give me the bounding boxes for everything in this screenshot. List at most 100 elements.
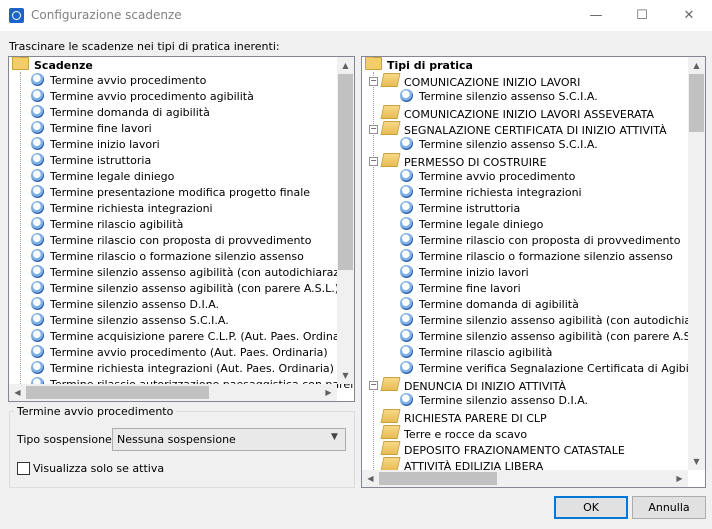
scadenza-assegnata-item[interactable]: Termine fine lavori bbox=[400, 281, 521, 297]
scadenze-root-label: Scadenze bbox=[34, 59, 93, 72]
tipo-pratica-item[interactable]: DEPOSITO FRAZIONAMENTO CATASTALE bbox=[380, 441, 625, 457]
scadenza-item[interactable]: Termine silenzio assenso agibilità (con … bbox=[31, 281, 339, 297]
scroll-down-icon[interactable]: ▼ bbox=[688, 453, 705, 470]
scroll-down-icon[interactable]: ▼ bbox=[337, 367, 354, 384]
clock-icon bbox=[31, 169, 44, 182]
scadenza-assegnata-item[interactable]: Termine richiesta integrazioni bbox=[400, 185, 582, 201]
folder-open-icon bbox=[380, 377, 401, 391]
clock-icon bbox=[400, 329, 413, 342]
scadenza-item-label: Termine avvio procedimento agibilità bbox=[50, 90, 254, 103]
tree-item-label: COMUNICAZIONE INIZIO LAVORI ASSEVERATA bbox=[404, 108, 655, 121]
scadenza-item[interactable]: Termine silenzio assenso agibilità (con … bbox=[31, 265, 355, 281]
tree-item-label: Termine avvio procedimento bbox=[419, 170, 576, 183]
ok-button[interactable]: OK bbox=[554, 496, 628, 519]
left-horizontal-scroll-thumb[interactable] bbox=[26, 386, 209, 399]
scadenza-item[interactable]: Termine silenzio assenso D.I.A. bbox=[31, 297, 219, 313]
right-vertical-scrollbar[interactable]: ▲ ▼ bbox=[688, 57, 705, 470]
scadenza-item[interactable]: Termine fine lavori bbox=[31, 121, 152, 137]
right-horizontal-scroll-thumb[interactable] bbox=[379, 472, 497, 485]
tipo-pratica-item[interactable]: COMUNICAZIONE INIZIO LAVORI ASSEVERATA bbox=[380, 105, 655, 121]
tree-item-label: COMUNICAZIONE INIZIO LAVORI bbox=[404, 76, 581, 89]
tipo-pratica-item[interactable]: Terre e rocce da scavo bbox=[380, 425, 527, 441]
scadenza-item[interactable]: Termine rilascio o formazione silenzio a… bbox=[31, 249, 304, 265]
scadenza-item-label: Termine avvio procedimento (Aut. Paes. O… bbox=[50, 346, 328, 359]
scroll-right-icon[interactable]: ▶ bbox=[320, 384, 337, 401]
left-horizontal-scrollbar[interactable]: ◀ ▶ bbox=[9, 384, 337, 401]
scroll-up-icon[interactable]: ▲ bbox=[337, 57, 354, 74]
scadenza-item[interactable]: Termine istruttoria bbox=[31, 153, 151, 169]
scadenza-item[interactable]: Termine domanda di agibilità bbox=[31, 105, 210, 121]
right-horizontal-scrollbar[interactable]: ◀ ▶ bbox=[362, 470, 688, 487]
suspension-select[interactable]: Nessuna sospensione ▼ bbox=[112, 428, 346, 451]
clock-icon bbox=[400, 201, 413, 214]
scadenza-item[interactable]: Termine rilascio agibilità bbox=[31, 217, 183, 233]
scadenza-assegnata-item[interactable]: Termine silenzio assenso D.I.A. bbox=[400, 393, 588, 409]
scadenza-assegnata-item[interactable]: Termine silenzio assenso S.C.I.A. bbox=[400, 137, 598, 153]
scroll-up-icon[interactable]: ▲ bbox=[688, 57, 705, 74]
scadenza-item[interactable]: Termine presentazione modifica progetto … bbox=[31, 185, 310, 201]
clock-icon bbox=[31, 121, 44, 134]
left-vertical-scroll-thumb[interactable] bbox=[338, 74, 353, 270]
collapse-icon[interactable]: − bbox=[369, 77, 378, 86]
scadenza-item[interactable]: Termine avvio procedimento agibilità bbox=[31, 89, 254, 105]
right-vertical-scroll-thumb[interactable] bbox=[689, 74, 704, 132]
tipo-pratica-item[interactable]: DENUNCIA DI INIZIO ATTIVITÀ bbox=[380, 377, 567, 393]
clock-icon bbox=[400, 249, 413, 262]
scadenza-assegnata-item[interactable]: Termine istruttoria bbox=[400, 201, 520, 217]
folder-open-icon bbox=[380, 425, 401, 439]
scadenze-root[interactable]: Scadenze bbox=[12, 57, 93, 73]
scadenza-item[interactable]: Termine rilascio con proposta di provved… bbox=[31, 233, 311, 249]
tree-item-label: DENUNCIA DI INIZIO ATTIVITÀ bbox=[404, 380, 567, 393]
clock-icon bbox=[31, 345, 44, 358]
cancel-button[interactable]: Annulla bbox=[632, 496, 706, 519]
scadenza-item-label: Termine silenzio assenso D.I.A. bbox=[50, 298, 220, 311]
scadenza-assegnata-item[interactable]: Termine avvio procedimento bbox=[400, 169, 575, 185]
scadenza-assegnata-item[interactable]: Termine silenzio assenso S.C.I.A. bbox=[400, 89, 598, 105]
clock-icon bbox=[31, 329, 44, 342]
folder-open-icon bbox=[380, 121, 401, 135]
scadenza-assegnata-item[interactable]: Termine silenzio assenso agibilità (con … bbox=[400, 329, 705, 345]
scadenza-assegnata-item[interactable]: Termine verifica Segnalazione Certificat… bbox=[400, 361, 705, 377]
scadenza-item[interactable]: Termine inizio lavori bbox=[31, 137, 160, 153]
clock-icon bbox=[31, 73, 44, 86]
minimize-button[interactable]: — bbox=[573, 0, 619, 31]
tipo-pratica-item[interactable]: PERMESSO DI COSTRUIRE bbox=[380, 153, 547, 169]
scadenza-item[interactable]: Termine richiesta integrazioni (Aut. Pae… bbox=[31, 361, 334, 377]
scadenza-assegnata-item[interactable]: Termine rilascio con proposta di provved… bbox=[400, 233, 680, 249]
scadenza-item-label: Termine silenzio assenso agibilità (con … bbox=[50, 266, 355, 279]
active-only-checkbox[interactable] bbox=[17, 462, 30, 475]
close-button[interactable]: ✕ bbox=[666, 0, 712, 31]
clock-icon bbox=[400, 297, 413, 310]
scadenza-item[interactable]: Termine acquisizione parere C.L.P. (Aut.… bbox=[31, 329, 354, 345]
collapse-icon[interactable]: − bbox=[369, 125, 378, 134]
maximize-button[interactable]: ☐ bbox=[619, 0, 665, 31]
tipo-pratica-item[interactable]: SEGNALAZIONE CERTIFICATA DI INIZIO ATTIV… bbox=[380, 121, 667, 137]
tipo-pratica-item[interactable]: RICHIESTA PARERE DI CLP bbox=[380, 409, 547, 425]
tipi-pratica-tree[interactable]: Tipi di pratica COMUNICAZIONE INIZIO LAV… bbox=[361, 56, 706, 488]
scadenza-assegnata-item[interactable]: Termine silenzio assenso agibilità (con … bbox=[400, 313, 705, 329]
scroll-left-icon[interactable]: ◀ bbox=[362, 470, 379, 487]
clock-icon bbox=[31, 137, 44, 150]
scroll-right-icon[interactable]: ▶ bbox=[671, 470, 688, 487]
collapse-icon[interactable]: − bbox=[369, 381, 378, 390]
scadenza-assegnata-item[interactable]: Termine legale diniego bbox=[400, 217, 543, 233]
left-vertical-scrollbar[interactable]: ▲ ▼ bbox=[337, 57, 354, 384]
scadenza-assegnata-item[interactable]: Termine rilascio o formazione silenzio a… bbox=[400, 249, 673, 265]
scadenza-assegnata-item[interactable]: Termine inizio lavori bbox=[400, 265, 529, 281]
collapse-icon[interactable]: − bbox=[369, 157, 378, 166]
scadenza-item-label: Termine silenzio assenso S.C.I.A. bbox=[50, 314, 229, 327]
tipo-pratica-item[interactable]: COMUNICAZIONE INIZIO LAVORI bbox=[380, 73, 581, 89]
scadenza-item-label: Termine silenzio assenso agibilità (con … bbox=[50, 282, 340, 295]
scadenza-item[interactable]: Termine silenzio assenso S.C.I.A. bbox=[31, 313, 229, 329]
tree-item-label: RICHIESTA PARERE DI CLP bbox=[404, 412, 547, 425]
scadenza-item[interactable]: Termine legale diniego bbox=[31, 169, 174, 185]
scadenza-assegnata-item[interactable]: Termine rilascio agibilità bbox=[400, 345, 552, 361]
scadenza-item[interactable]: Termine richiesta integrazioni bbox=[31, 201, 213, 217]
scadenza-item[interactable]: Termine avvio procedimento bbox=[31, 73, 206, 89]
tipi-pratica-root[interactable]: Tipi di pratica bbox=[365, 57, 473, 73]
clock-icon bbox=[400, 361, 413, 374]
scadenze-tree[interactable]: Scadenze Termine avvio procedimento Termi… bbox=[8, 56, 355, 402]
scadenza-assegnata-item[interactable]: Termine domanda di agibilità bbox=[400, 297, 579, 313]
scadenza-item[interactable]: Termine avvio procedimento (Aut. Paes. O… bbox=[31, 345, 328, 361]
scroll-left-icon[interactable]: ◀ bbox=[9, 384, 26, 401]
